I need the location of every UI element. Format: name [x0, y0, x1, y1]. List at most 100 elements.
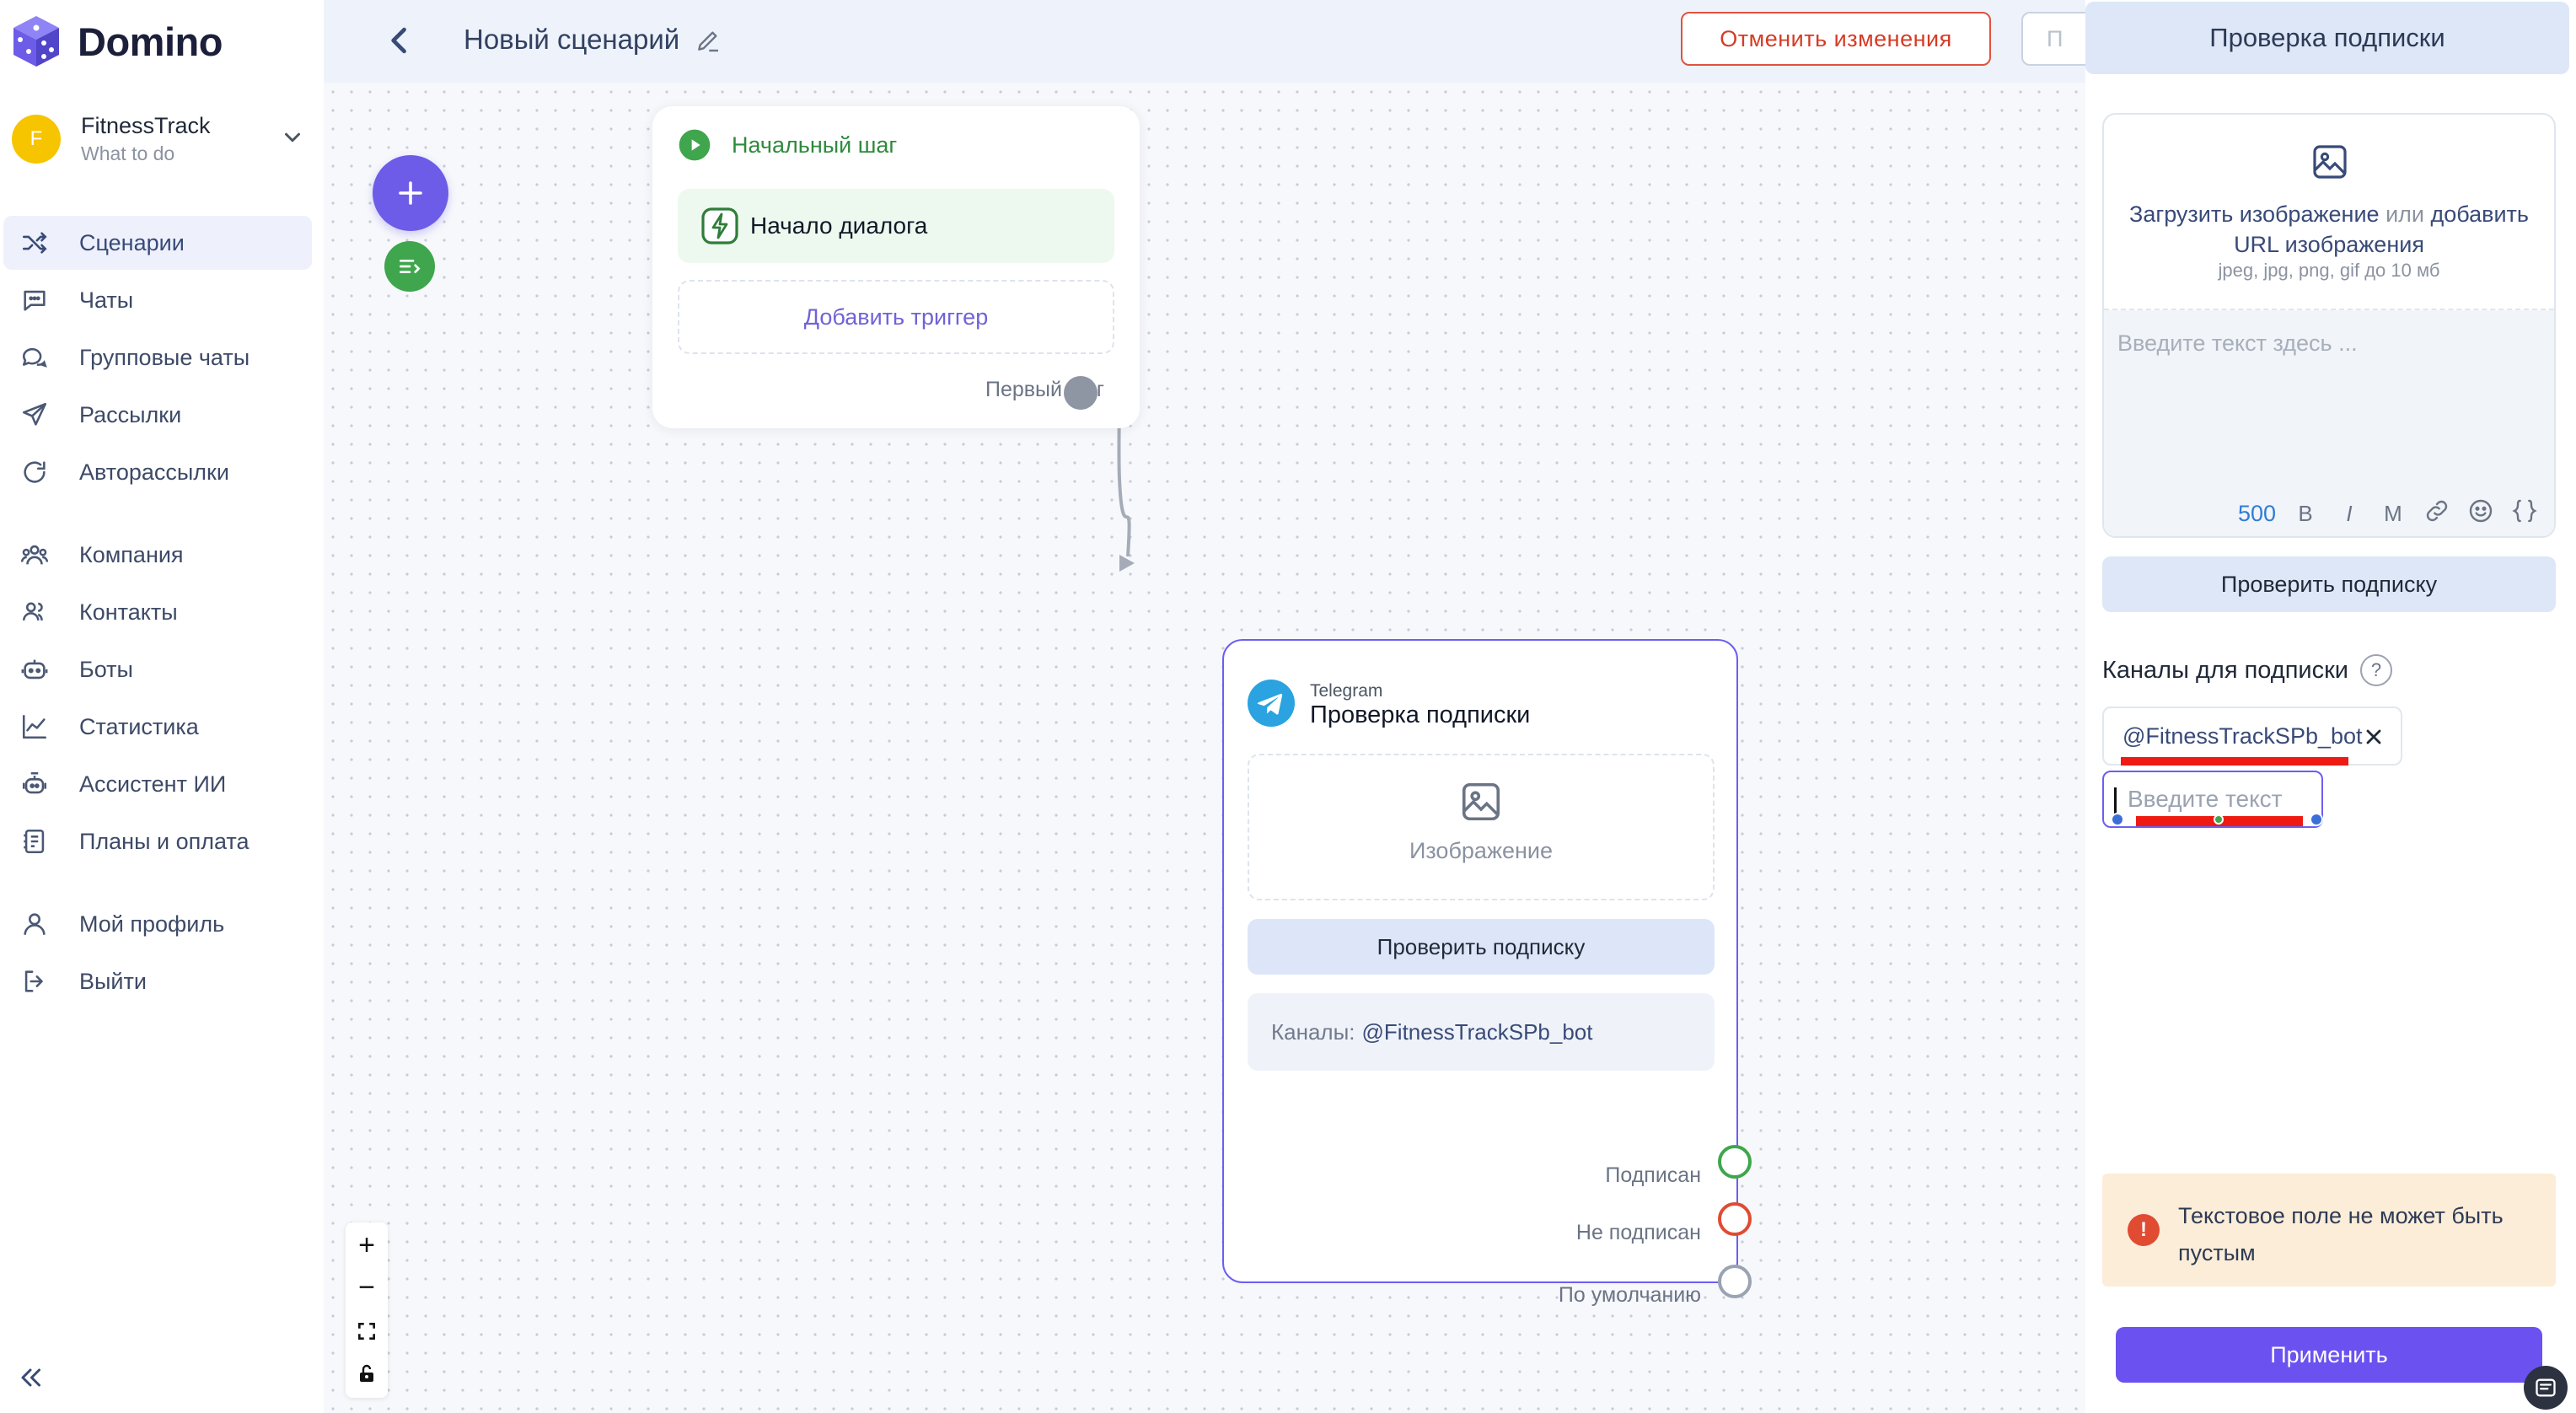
sidebar-item-ai-assistant[interactable]: Ассистент ИИ: [3, 757, 312, 811]
sidebar-item-group-chats[interactable]: Групповые чаты: [3, 330, 312, 384]
image-placeholder[interactable]: Изображение: [1248, 754, 1715, 900]
sidebar-item-auto-mailings[interactable]: Авторассылки: [3, 445, 312, 499]
trigger-item[interactable]: Начало диалога: [678, 189, 1114, 263]
sidebar-item-stats[interactable]: Статистика: [3, 700, 312, 754]
message-text-input[interactable]: Введите текст здесь ... 500 B I M: [2104, 310, 2554, 536]
check-subscription-node-button[interactable]: Проверить подписку: [1248, 919, 1715, 975]
plus-icon: [399, 181, 422, 205]
add-url-link-2[interactable]: URL изображения: [2234, 232, 2424, 257]
list-icon: [400, 260, 421, 273]
upload-image-link[interactable]: Загрузить изображение: [2129, 201, 2380, 227]
upload-or: или: [2379, 201, 2431, 227]
sidebar-item-bots[interactable]: Боты: [3, 642, 312, 696]
sidebar-item-label: Контакты: [79, 599, 178, 625]
variable-button[interactable]: [2510, 497, 2539, 530]
selection-handle[interactable]: [2111, 813, 2124, 826]
output-label-subscribed: Подписан: [1605, 1163, 1701, 1187]
workspace-subtitle: What to do: [81, 142, 175, 164]
sidebar-item-label: Групповые чаты: [79, 344, 250, 370]
chat-icon: [24, 290, 46, 311]
image-icon: [2313, 145, 2347, 179]
text-caret: [2114, 787, 2117, 814]
sidebar-item-label: Авторассылки: [79, 459, 229, 485]
support-chat-button[interactable]: [2524, 1366, 2568, 1410]
output-handle-default[interactable]: [1718, 1265, 1752, 1298]
output-handle-not-subscribed[interactable]: [1718, 1202, 1752, 1236]
add-trigger-button[interactable]: Добавить триггер: [678, 280, 1114, 354]
output-label-default: По умолчанию: [1558, 1283, 1701, 1307]
emoji-button[interactable]: [2466, 497, 2495, 530]
chat-list-icon: [2536, 1378, 2556, 1397]
lock-icon: [360, 1364, 373, 1382]
dice-cube-icon: [13, 16, 59, 67]
channels-value: @FitnessTrackSPb_bot: [1361, 1018, 1593, 1045]
add-node-button[interactable]: [373, 155, 448, 231]
node-list-button[interactable]: [384, 241, 435, 292]
output-handle-subscribed[interactable]: [1718, 1145, 1752, 1179]
output-label-not-subscribed: Не подписан: [1575, 1221, 1701, 1244]
lock-button[interactable]: [346, 1352, 388, 1394]
fit-view-button[interactable]: [346, 1310, 388, 1352]
error-message: Текстовое поле не может быть пустым: [2178, 1203, 2504, 1265]
bold-button[interactable]: B: [2291, 501, 2320, 527]
selection-handle[interactable]: [2214, 814, 2224, 825]
sidebar-item-label: Статистика: [79, 713, 199, 739]
mono-button[interactable]: M: [2379, 501, 2407, 527]
sidebar-item-label: Планы и оплата: [79, 828, 250, 854]
workspace-name: FitnessTrack: [81, 113, 211, 138]
publish-button[interactable]: П: [2021, 12, 2089, 66]
sidebar-item-label: Компания: [79, 541, 184, 567]
node-title: Проверка подписки: [1310, 701, 1531, 728]
add-url-link[interactable]: добавить: [2430, 201, 2529, 227]
sidebar-item-billing[interactable]: Планы и оплата: [3, 814, 312, 868]
collapse-sidebar-icon[interactable]: [15, 1362, 46, 1393]
company-icon: [20, 545, 49, 565]
check-subscription-button[interactable]: Проверить подписку: [2102, 556, 2556, 612]
sidebar-item-logout[interactable]: Выйти: [3, 954, 312, 1008]
pencil-icon[interactable]: [695, 27, 722, 54]
sidebar-item-label: Выйти: [79, 968, 147, 994]
shuffle-icon: [22, 232, 47, 254]
send-icon: [22, 402, 47, 426]
selection-handle[interactable]: [2310, 813, 2323, 826]
channels-summary: Каналы: @FitnessTrackSPb_bot: [1248, 993, 1715, 1071]
billing-icon: [24, 829, 45, 854]
back-arrow-icon[interactable]: [381, 22, 418, 59]
subscription-check-node[interactable]: Telegram Проверка подписки Изображение П…: [1222, 639, 1738, 1307]
panel-title: Проверка подписки: [2085, 2, 2569, 74]
flow-canvas[interactable]: Начальный шаг Начало диалога Добавить тр…: [324, 83, 2085, 1413]
telegram-icon: [1248, 680, 1295, 727]
start-node[interactable]: Начальный шаг Начало диалога Добавить тр…: [652, 106, 1140, 428]
char-counter: 500: [2237, 501, 2276, 526]
stats-icon: [22, 714, 47, 739]
workspace-switcher[interactable]: F FitnessTrack What to do: [12, 108, 312, 170]
zoom-out-button[interactable]: −: [346, 1266, 388, 1308]
sidebar: Domino F FitnessTrack What to do Сценари…: [0, 0, 324, 1413]
auto-mail-icon: [24, 461, 46, 483]
lightning-icon: [701, 207, 738, 244]
curly-braces-icon: [2512, 499, 2537, 523]
sidebar-item-company[interactable]: Компания: [3, 528, 312, 582]
chevron-down-icon[interactable]: [280, 125, 305, 150]
channels-heading: Каналы для подписки ?: [2102, 654, 2392, 686]
cancel-changes-button[interactable]: Отменить изменения: [1681, 12, 1991, 66]
zoom-in-button[interactable]: +: [346, 1224, 388, 1266]
link-button[interactable]: [2423, 497, 2451, 530]
image-upload-area[interactable]: Загрузить изображение или добавить URL и…: [2104, 115, 2554, 310]
close-icon[interactable]: [2362, 725, 2385, 749]
sidebar-item-label: Ассистент ИИ: [79, 771, 227, 797]
help-icon[interactable]: ?: [2360, 654, 2392, 686]
sidebar-item-contacts[interactable]: Контакты: [3, 585, 312, 639]
sidebar-item-label: Сценарии: [79, 229, 185, 255]
italic-button[interactable]: I: [2335, 501, 2364, 527]
zoom-controls: + −: [346, 1222, 388, 1398]
sidebar-item-profile[interactable]: Мой профиль: [3, 897, 312, 951]
sidebar-item-chats[interactable]: Чаты: [3, 273, 312, 327]
spellcheck-underline: [2121, 757, 2348, 766]
output-handle[interactable]: [1064, 376, 1097, 410]
apply-button[interactable]: Применить: [2116, 1327, 2542, 1383]
sidebar-item-scenarios[interactable]: Сценарии: [3, 216, 312, 270]
brand[interactable]: Domino: [12, 12, 223, 71]
message-editor: Загрузить изображение или добавить URL и…: [2102, 113, 2556, 538]
sidebar-item-mailings[interactable]: Рассылки: [3, 388, 312, 442]
